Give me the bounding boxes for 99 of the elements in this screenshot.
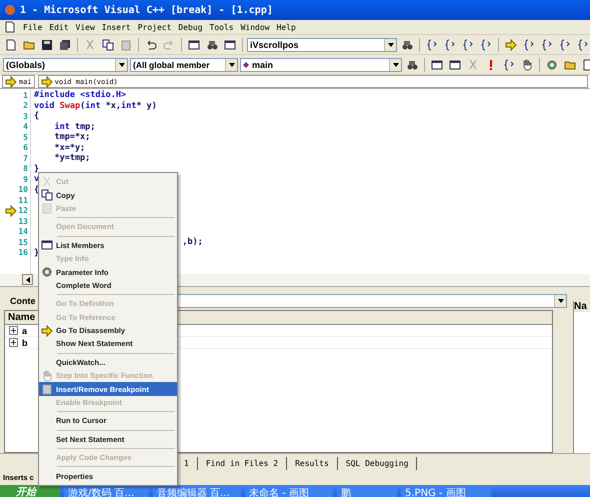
menu-item[interactable]: Edit bbox=[49, 22, 69, 32]
copy-icon bbox=[102, 38, 114, 50]
window-icon bbox=[41, 239, 53, 252]
code-line: } bbox=[34, 248, 40, 258]
scissors-icon bbox=[467, 58, 479, 70]
line-number: 5 bbox=[23, 132, 28, 142]
line-number: 9 bbox=[23, 174, 28, 184]
binoculars-icon bbox=[401, 38, 413, 50]
document-icon bbox=[5, 38, 17, 50]
code-line: { bbox=[34, 111, 40, 121]
expand-icon[interactable] bbox=[9, 338, 18, 347]
arrow-button[interactable] bbox=[503, 36, 519, 52]
menu-item[interactable]: Debug bbox=[178, 22, 203, 32]
arrow-icon bbox=[5, 76, 17, 88]
filter-combo[interactable]: (All global member bbox=[130, 58, 238, 72]
brace-icon bbox=[480, 38, 492, 50]
code-line: ,b); bbox=[182, 237, 203, 247]
code-line: int tmp; bbox=[53, 122, 96, 132]
dropdown-arrow-icon bbox=[558, 298, 564, 302]
brace-icon bbox=[559, 38, 571, 50]
scroll-left-button[interactable] bbox=[22, 274, 33, 285]
line-number: 10 bbox=[18, 185, 28, 194]
brace-icon bbox=[444, 38, 456, 50]
window-icon bbox=[449, 58, 461, 70]
expand-icon[interactable] bbox=[9, 326, 18, 335]
dropdown-arrow-icon bbox=[228, 62, 234, 66]
scissors-icon bbox=[41, 176, 53, 188]
output-tab[interactable]: Find in Files 2 bbox=[198, 457, 288, 470]
dropdown-arrow-icon bbox=[392, 62, 398, 66]
arrow-icon bbox=[505, 38, 517, 50]
line-number: 16 bbox=[18, 248, 28, 258]
code-line: *y=tmp; bbox=[53, 153, 90, 163]
watch-column-header: Na bbox=[574, 301, 590, 312]
class-combo[interactable]: (Globals) bbox=[3, 58, 128, 72]
line-number: 15 bbox=[18, 238, 28, 247]
line-number: 3 bbox=[23, 112, 28, 121]
line-number: 11 bbox=[18, 196, 28, 205]
arrow-icon bbox=[5, 204, 18, 217]
menu-item[interactable]: Window bbox=[240, 22, 270, 32]
code-line: #include <stdio.H> bbox=[34, 90, 126, 100]
variable-name: a bbox=[22, 326, 28, 336]
line-number: 8 bbox=[23, 164, 28, 174]
line-number: 1 bbox=[23, 90, 28, 100]
window-icon bbox=[188, 38, 200, 50]
hand-icon bbox=[41, 370, 53, 382]
app-icon bbox=[4, 4, 16, 16]
redo-icon bbox=[163, 38, 175, 50]
window-icon bbox=[224, 38, 236, 50]
line-number: 4 bbox=[23, 122, 28, 132]
copy-button[interactable] bbox=[100, 36, 116, 52]
window-icon bbox=[431, 58, 443, 70]
output-tab[interactable]: Results bbox=[287, 457, 338, 470]
diamond-icon bbox=[243, 62, 249, 68]
undo-icon bbox=[145, 38, 157, 50]
dropdown-arrow-icon bbox=[118, 62, 124, 66]
disks-icon bbox=[59, 38, 71, 50]
brace-icon bbox=[426, 38, 438, 50]
left-arrow-icon bbox=[26, 276, 30, 282]
dropdown-arrow-icon bbox=[388, 42, 394, 46]
code-line: tmp=*x; bbox=[53, 132, 90, 142]
arrow-icon bbox=[41, 324, 53, 337]
brace-icon bbox=[577, 38, 589, 50]
member-text: main bbox=[252, 60, 274, 70]
folder-icon bbox=[23, 38, 35, 50]
copy-icon bbox=[41, 189, 53, 202]
window-title: 1 - Microsoft Visual C++ [break] - [1.cpp] bbox=[20, 4, 273, 16]
taskbar-button[interactable]: 未命名 - 画图 bbox=[245, 486, 333, 497]
start-button[interactable]: 开始 bbox=[0, 485, 60, 497]
variable-name: b bbox=[22, 338, 28, 348]
code-line: void Swap(int *x,int* y) bbox=[34, 100, 157, 110]
line-number: 14 bbox=[18, 227, 28, 236]
folder-icon bbox=[564, 58, 576, 70]
code-line: *x=*y; bbox=[53, 142, 86, 152]
brace-icon bbox=[503, 58, 515, 70]
menu-item[interactable]: Help bbox=[276, 22, 296, 32]
binoculars-icon bbox=[206, 38, 218, 50]
brace-icon bbox=[541, 38, 553, 50]
menu-item[interactable]: View bbox=[76, 22, 95, 32]
hand-icon bbox=[521, 58, 533, 70]
scissors-icon bbox=[84, 38, 96, 50]
find-combo[interactable]: iVscrollpos bbox=[247, 38, 397, 52]
line-number: 6 bbox=[23, 143, 28, 152]
arrow-icon bbox=[40, 76, 53, 88]
menu-item[interactable]: Tools bbox=[210, 22, 234, 32]
member-combo[interactable]: main bbox=[240, 58, 402, 72]
brace-icon bbox=[523, 38, 535, 50]
menu-item[interactable]: Insert bbox=[102, 22, 131, 32]
line-number: 12 bbox=[18, 206, 28, 216]
binoculars-icon bbox=[406, 58, 418, 70]
taskbar-button[interactable]: 5.PNG - 画图 bbox=[401, 486, 491, 497]
brace-icon bbox=[462, 38, 474, 50]
line-number: 13 bbox=[18, 216, 28, 226]
output-tab[interactable]: SQL Debugging bbox=[338, 457, 418, 470]
line-number: 2 bbox=[23, 101, 28, 110]
menu-item[interactable]: File bbox=[23, 22, 42, 32]
code-line: } bbox=[34, 164, 40, 174]
line-number: 7 bbox=[23, 154, 28, 163]
menu-item[interactable]: Project bbox=[138, 22, 172, 32]
context-label: Conte bbox=[10, 296, 36, 306]
